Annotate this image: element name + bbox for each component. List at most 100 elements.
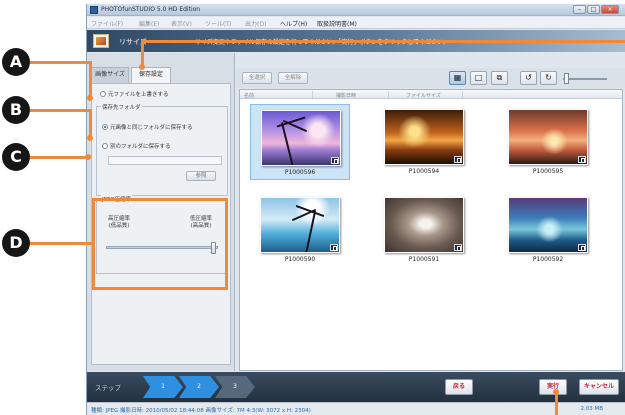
- thumbnail-name: P1000595: [532, 168, 564, 175]
- raw-badge-icon: [454, 244, 462, 251]
- title-bar: PHOTOfunSTUDIO 5.0 HD Edition – □ ×: [87, 4, 625, 16]
- menu-view[interactable]: 表示(V): [171, 19, 192, 28]
- callout-a-leader: [30, 61, 92, 64]
- callout-a: A: [2, 48, 30, 76]
- column-date[interactable]: 撮影日時: [336, 92, 356, 99]
- callout-b-leader: [89, 109, 92, 137]
- photo-thumbnail: [260, 197, 340, 253]
- raw-badge-icon: [331, 157, 339, 164]
- photo-thumbnail: [508, 197, 588, 253]
- status-bar: 種類: JPEG 撮影日時: 2010/05/02 18:44:08 画像サイズ…: [87, 402, 625, 415]
- thumbnail-name: P1000594: [408, 168, 440, 175]
- jpeg-highlight-box: [92, 198, 228, 290]
- folder-path-field[interactable]: [108, 156, 222, 165]
- raw-badge-icon: [578, 244, 586, 251]
- status-file-size: 2.03 MB: [580, 406, 603, 412]
- rotate-left-icon[interactable]: ↺: [520, 71, 537, 85]
- thumbnail-name: P1000591: [408, 256, 440, 263]
- overwrite-radio[interactable]: [100, 91, 106, 97]
- back-button[interactable]: 戻る: [445, 379, 473, 395]
- zoom-slider-track[interactable]: [563, 78, 607, 80]
- thumbnail-item[interactable]: P1000592: [498, 192, 598, 268]
- callout-d: D: [2, 229, 30, 257]
- tab-save-settings[interactable]: 保存設定: [131, 67, 171, 83]
- minimize-button[interactable]: –: [573, 5, 586, 14]
- thumbnail-item[interactable]: P1000595: [498, 104, 598, 180]
- step-label: ステップ: [95, 384, 121, 392]
- tab-image-size[interactable]: 画像サイズ: [91, 67, 129, 83]
- overwrite-label: 元ファイルを上書きする: [108, 92, 169, 98]
- app-icon: [90, 6, 98, 14]
- column-headers: 名前 撮影日時 ファイルサイズ: [240, 90, 622, 99]
- column-filesize[interactable]: ファイルサイズ: [406, 92, 441, 99]
- menu-tools[interactable]: ツール(T): [205, 19, 231, 28]
- save-folder-group: 保存先フォルダ: [96, 103, 228, 196]
- thumbnail-item[interactable]: P1000590: [250, 192, 350, 268]
- save-folder-group-label: 保存先フォルダ: [101, 103, 142, 111]
- tab-callout-dot: [139, 64, 145, 70]
- thumbnail-item[interactable]: P1000596: [250, 104, 350, 180]
- compare-view-icon[interactable]: ⧉: [491, 71, 508, 85]
- thumbnail-view-icon[interactable]: ▦: [449, 71, 466, 85]
- thumbnail-name: P1000590: [284, 256, 316, 263]
- menu-bar: ファイル(F) 編集(E) 表示(V) ツール(T) 出力(O) ヘルプ(H) …: [87, 17, 625, 29]
- raw-badge-icon: [578, 156, 586, 163]
- toolbar: 全選択 全解除 ▦ □ ⧉ ↺ ↻: [236, 68, 625, 88]
- column-separator: [312, 91, 313, 98]
- single-view-icon[interactable]: □: [470, 71, 487, 85]
- thumbnail-item[interactable]: P1000591: [374, 192, 474, 268]
- thumbnail-name: P1000592: [532, 256, 564, 263]
- callout-c-leader: [30, 156, 88, 159]
- photo-thumbnail: [384, 109, 464, 165]
- same-folder-option[interactable]: 元画像と同じフォルダに保存する: [102, 123, 193, 131]
- tab-callout-leader: [141, 40, 625, 43]
- resize-icon: [93, 34, 109, 48]
- deselect-all-button[interactable]: 全解除: [278, 72, 308, 84]
- thumbnail-item[interactable]: P1000594: [374, 104, 474, 180]
- same-folder-label: 元画像と同じフォルダに保存する: [110, 125, 193, 131]
- callout-a-leader: [89, 61, 92, 97]
- column-separator: [388, 91, 389, 98]
- column-name[interactable]: 名前: [244, 92, 254, 99]
- step-2: 2: [179, 376, 219, 398]
- photo-thumbnail: [261, 110, 341, 166]
- same-folder-radio[interactable]: [102, 124, 108, 130]
- callout-c-dot: [85, 154, 91, 160]
- callout-b-dot: [87, 135, 93, 141]
- tab-callout-leader: [141, 40, 144, 66]
- menu-manual[interactable]: 取扱説明書(M): [317, 19, 357, 28]
- photo-thumbnail: [508, 109, 588, 165]
- zoom-slider-thumb[interactable]: [564, 73, 570, 84]
- step-3: 3: [215, 376, 255, 398]
- column-separator: [462, 91, 463, 98]
- menu-edit[interactable]: 編集(E): [139, 19, 159, 28]
- execute-callout-leader: [555, 392, 558, 415]
- other-folder-label: 別のフォルダに保存する: [110, 144, 171, 150]
- callout-a-dot: [87, 95, 93, 101]
- maximize-button[interactable]: □: [587, 5, 600, 14]
- palm-trunk: [280, 122, 294, 165]
- thumbnail-name: P1000596: [284, 169, 316, 176]
- close-button[interactable]: ×: [601, 5, 619, 14]
- other-folder-option[interactable]: 別のフォルダに保存する: [102, 142, 171, 150]
- other-folder-radio[interactable]: [102, 143, 108, 149]
- menu-help[interactable]: ヘルプ(H): [280, 19, 307, 28]
- select-all-button[interactable]: 全選択: [242, 72, 272, 84]
- rotate-right-icon[interactable]: ↻: [540, 71, 557, 85]
- cancel-button[interactable]: キャンセル: [579, 379, 619, 395]
- overwrite-option[interactable]: 元ファイルを上書きする: [100, 90, 169, 98]
- palm-trunk: [305, 210, 317, 252]
- callout-b-leader: [30, 109, 92, 112]
- photo-thumbnail: [384, 197, 464, 253]
- callout-d-leader: [30, 242, 92, 245]
- step-bar: ステップ 1 2 3 戻る 実行 キャンセル: [87, 372, 625, 402]
- step-1: 1: [143, 376, 183, 398]
- callout-b: B: [2, 96, 30, 124]
- browse-button[interactable]: 参照: [186, 171, 216, 181]
- raw-badge-icon: [454, 156, 462, 163]
- menu-output[interactable]: 出力(O): [245, 19, 266, 28]
- menu-file[interactable]: ファイル(F): [91, 19, 123, 28]
- file-grid: 名前 撮影日時 ファイルサイズ P1000596 P1000594 P10005…: [239, 89, 623, 371]
- status-info: 種類: JPEG 撮影日時: 2010/05/02 18:44:08 画像サイズ…: [91, 408, 311, 414]
- window-title: PHOTOfunSTUDIO 5.0 HD Edition: [101, 6, 201, 13]
